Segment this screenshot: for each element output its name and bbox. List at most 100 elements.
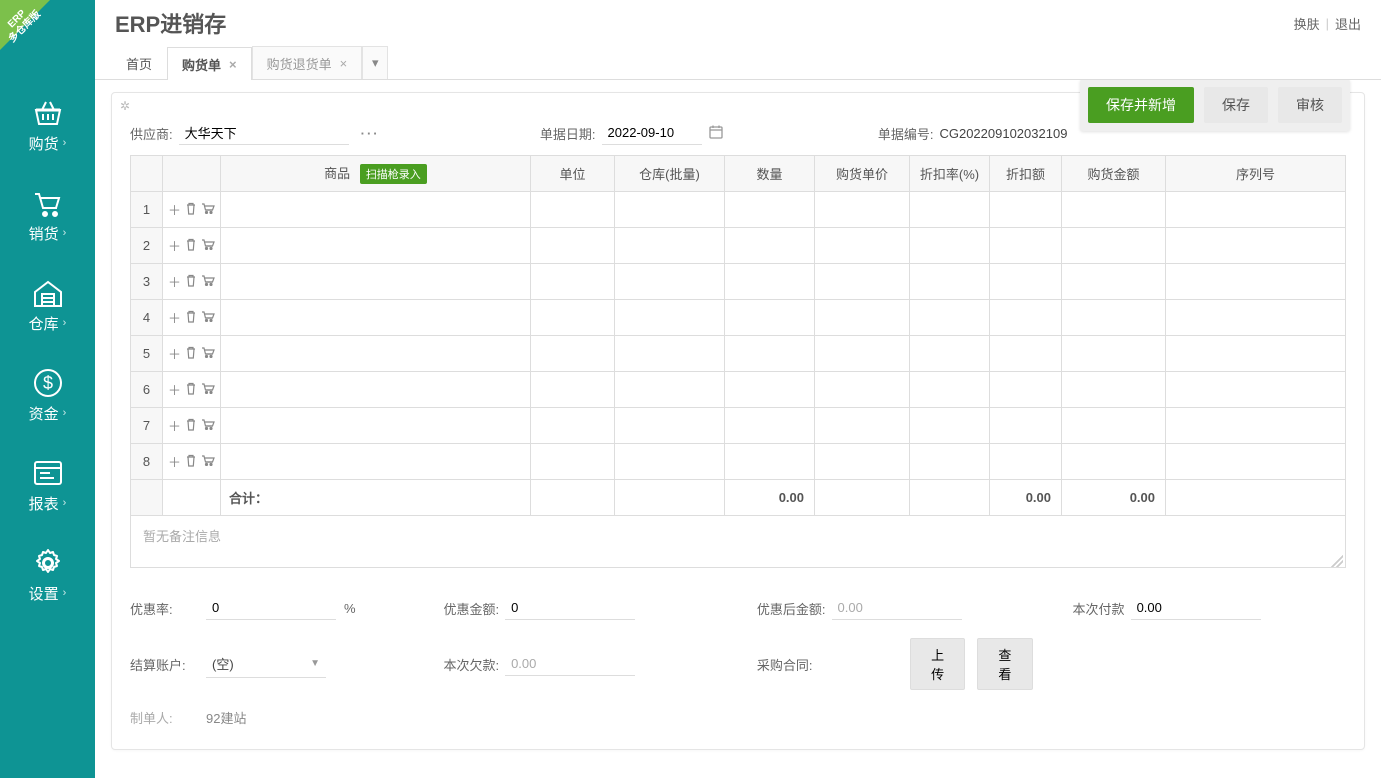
- table-row[interactable]: 5＋: [131, 336, 1346, 372]
- pref-rate-input[interactable]: [206, 596, 336, 620]
- cell-discount-amt[interactable]: [990, 444, 1062, 480]
- cell-product[interactable]: [221, 264, 531, 300]
- cell-discount-rate[interactable]: [910, 372, 990, 408]
- delete-row-icon[interactable]: [184, 346, 198, 362]
- cell-discount-amt[interactable]: [990, 408, 1062, 444]
- cell-discount-amt[interactable]: [990, 228, 1062, 264]
- tab-purchase-order[interactable]: 购货单 ×: [167, 47, 252, 80]
- calendar-icon[interactable]: [708, 124, 724, 143]
- close-icon[interactable]: ×: [229, 57, 237, 72]
- cell-discount-rate[interactable]: [910, 192, 990, 228]
- close-icon[interactable]: ×: [340, 56, 348, 71]
- cell-amount[interactable]: [1062, 192, 1166, 228]
- cell-warehouse[interactable]: [615, 192, 725, 228]
- cell-discount-rate[interactable]: [910, 264, 990, 300]
- account-select[interactable]: (空) ▼: [206, 650, 326, 678]
- cell-unit[interactable]: [531, 336, 615, 372]
- cell-amount[interactable]: [1062, 372, 1166, 408]
- cell-discount-amt[interactable]: [990, 192, 1062, 228]
- cell-serial[interactable]: [1166, 228, 1346, 264]
- cell-warehouse[interactable]: [615, 444, 725, 480]
- pick-product-icon[interactable]: [200, 346, 216, 361]
- cell-qty[interactable]: [725, 300, 815, 336]
- delete-row-icon[interactable]: [184, 310, 198, 326]
- cell-price[interactable]: [815, 192, 910, 228]
- cell-qty[interactable]: [725, 192, 815, 228]
- view-button[interactable]: 查看: [977, 638, 1032, 690]
- cell-discount-amt[interactable]: [990, 300, 1062, 336]
- pick-product-icon[interactable]: [200, 310, 216, 325]
- panel-gear-icon[interactable]: ✲: [120, 99, 130, 113]
- cell-serial[interactable]: [1166, 408, 1346, 444]
- cell-qty[interactable]: [725, 336, 815, 372]
- pick-product-icon[interactable]: [200, 274, 216, 289]
- this-pay-input[interactable]: [1131, 596, 1261, 620]
- cell-warehouse[interactable]: [615, 408, 725, 444]
- cell-product[interactable]: [221, 444, 531, 480]
- delete-row-icon[interactable]: [184, 382, 198, 398]
- pick-product-icon[interactable]: [200, 418, 216, 433]
- cell-discount-rate[interactable]: [910, 408, 990, 444]
- cell-warehouse[interactable]: [615, 300, 725, 336]
- nav-funds[interactable]: $ 资金›: [0, 348, 95, 438]
- cell-price[interactable]: [815, 444, 910, 480]
- nav-sales[interactable]: 销货›: [0, 168, 95, 258]
- nav-reports[interactable]: 报表›: [0, 438, 95, 528]
- scan-badge[interactable]: 扫描枪录入: [360, 164, 427, 184]
- tab-purchase-return[interactable]: 购货退货单 ×: [252, 46, 363, 79]
- cell-product[interactable]: [221, 372, 531, 408]
- notes-area[interactable]: 暂无备注信息: [130, 516, 1346, 568]
- table-row[interactable]: 8＋: [131, 444, 1346, 480]
- save-and-new-button[interactable]: 保存并新增: [1088, 87, 1194, 123]
- cell-amount[interactable]: [1062, 264, 1166, 300]
- cell-serial[interactable]: [1166, 192, 1346, 228]
- nav-settings[interactable]: 设置›: [0, 528, 95, 618]
- cell-unit[interactable]: [531, 444, 615, 480]
- cell-qty[interactable]: [725, 408, 815, 444]
- supplier-lookup-icon[interactable]: ···: [355, 126, 386, 141]
- pick-product-icon[interactable]: [200, 202, 216, 217]
- table-row[interactable]: 1＋: [131, 192, 1346, 228]
- cell-discount-amt[interactable]: [990, 372, 1062, 408]
- cell-unit[interactable]: [531, 408, 615, 444]
- cell-unit[interactable]: [531, 192, 615, 228]
- table-row[interactable]: 7＋: [131, 408, 1346, 444]
- theme-link[interactable]: 换肤: [1294, 14, 1320, 33]
- delete-row-icon[interactable]: [184, 202, 198, 218]
- cell-unit[interactable]: [531, 264, 615, 300]
- date-input[interactable]: [602, 121, 702, 145]
- cell-warehouse[interactable]: [615, 372, 725, 408]
- pick-product-icon[interactable]: [200, 382, 216, 397]
- add-row-icon[interactable]: ＋: [167, 344, 182, 363]
- cell-serial[interactable]: [1166, 372, 1346, 408]
- cell-price[interactable]: [815, 408, 910, 444]
- save-button[interactable]: 保存: [1204, 87, 1268, 123]
- add-row-icon[interactable]: ＋: [167, 200, 182, 219]
- cell-product[interactable]: [221, 228, 531, 264]
- cell-amount[interactable]: [1062, 444, 1166, 480]
- cell-price[interactable]: [815, 372, 910, 408]
- add-row-icon[interactable]: ＋: [167, 272, 182, 291]
- cell-unit[interactable]: [531, 228, 615, 264]
- cell-unit[interactable]: [531, 300, 615, 336]
- cell-serial[interactable]: [1166, 264, 1346, 300]
- table-row[interactable]: 3＋: [131, 264, 1346, 300]
- nav-warehouse[interactable]: 仓库›: [0, 258, 95, 348]
- cell-discount-rate[interactable]: [910, 300, 990, 336]
- add-row-icon[interactable]: ＋: [167, 416, 182, 435]
- cell-product[interactable]: [221, 336, 531, 372]
- cell-discount-amt[interactable]: [990, 264, 1062, 300]
- cell-product[interactable]: [221, 408, 531, 444]
- add-row-icon[interactable]: ＋: [167, 380, 182, 399]
- delete-row-icon[interactable]: [184, 238, 198, 254]
- cell-price[interactable]: [815, 300, 910, 336]
- cell-qty[interactable]: [725, 264, 815, 300]
- cell-price[interactable]: [815, 264, 910, 300]
- cell-amount[interactable]: [1062, 408, 1166, 444]
- tab-home[interactable]: 首页: [111, 46, 167, 79]
- cell-price[interactable]: [815, 228, 910, 264]
- cell-unit[interactable]: [531, 372, 615, 408]
- audit-button[interactable]: 审核: [1278, 87, 1342, 123]
- nav-purchase[interactable]: 购货›: [0, 78, 95, 168]
- tabs-more-dropdown[interactable]: ▾: [362, 46, 388, 79]
